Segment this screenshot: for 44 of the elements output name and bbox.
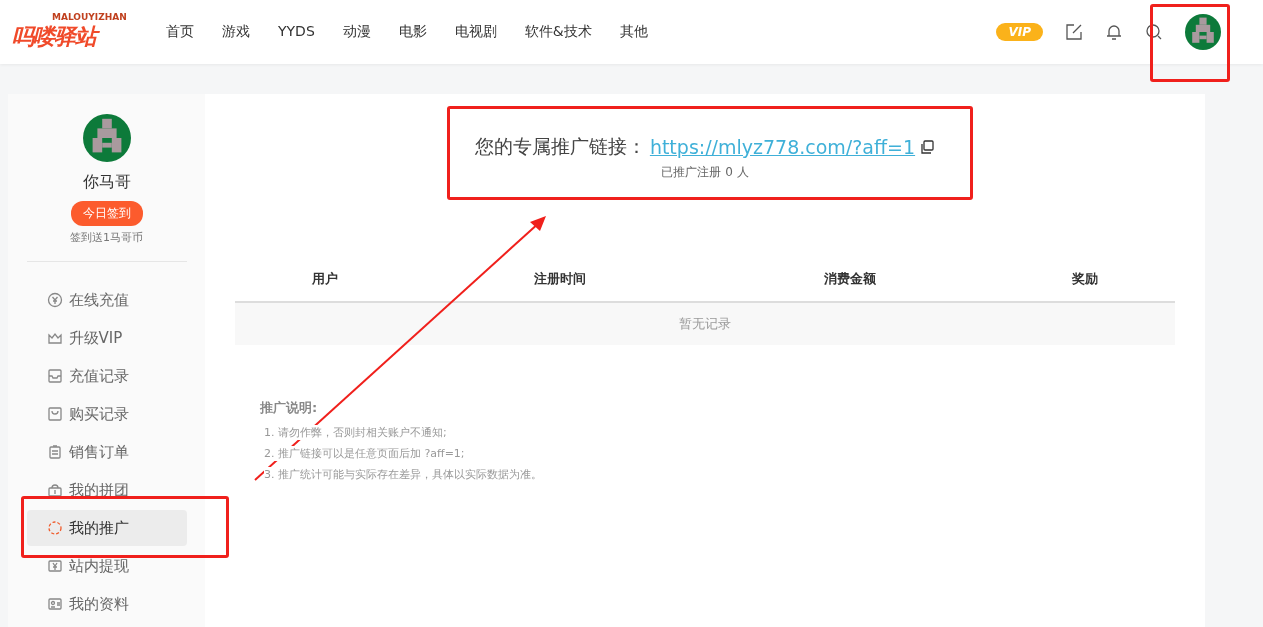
column-header: 注册时间 — [533, 270, 587, 288]
sidebar-item[interactable]: 购买记录 — [26, 396, 187, 432]
checkin-note: 签到送1马哥币 — [70, 230, 143, 245]
lock-icon — [46, 482, 63, 498]
clipboard-icon — [46, 444, 63, 460]
note-item: 1. 请勿作弊，否则封相关账户不通知; — [264, 425, 447, 440]
nav-link[interactable]: 游戏 — [222, 23, 250, 41]
column-header: 奖励 — [1071, 270, 1099, 288]
checkin-button[interactable]: 今日签到 — [70, 201, 143, 226]
sidebar-item[interactable]: 在线充值 — [26, 282, 187, 318]
empty-message: 暂无记录 — [679, 315, 731, 333]
sidebar-item[interactable]: 我的推广 — [26, 510, 187, 546]
sidebar-item[interactable]: 销售订单 — [26, 434, 187, 470]
sidebar-item[interactable]: 升级VIP — [26, 320, 187, 356]
nav-link[interactable]: 电影 — [398, 23, 427, 41]
id-card-icon — [46, 596, 63, 612]
nav-link[interactable]: 软件&技术 — [524, 23, 592, 41]
copy-icon[interactable] — [919, 139, 936, 155]
bell-icon[interactable] — [1105, 23, 1123, 41]
sidebar-item[interactable]: 我的资料 — [26, 586, 187, 622]
referral-label: 您的专属推广链接： — [474, 134, 646, 159]
yen-ticket-icon — [46, 558, 63, 574]
nav-link[interactable]: YYDS — [278, 23, 315, 41]
nav-link[interactable]: 动漫 — [342, 23, 371, 41]
note-item: 2. 推广链接可以是任意页面后加 ?aff=1; — [264, 446, 465, 461]
nav-link[interactable]: 首页 — [166, 23, 194, 41]
avatar — [82, 114, 131, 162]
sidebar-item[interactable]: 充值记录 — [26, 358, 187, 394]
yen-circle-icon — [46, 292, 63, 308]
sidebar-item[interactable]: 站内提现 — [26, 548, 187, 584]
user-name: 你马哥 — [82, 172, 131, 193]
bag-icon — [46, 406, 63, 422]
edit-icon[interactable] — [1065, 23, 1083, 41]
avatar[interactable] — [1185, 14, 1221, 50]
column-header: 消费金额 — [823, 270, 877, 288]
referral-count: 已推广注册 0 人 — [661, 164, 749, 181]
search-icon[interactable] — [1145, 23, 1163, 41]
dashed-circle-icon — [46, 520, 63, 536]
nav-link[interactable]: 电视剧 — [454, 23, 497, 41]
inbox-icon — [46, 368, 63, 384]
logo-subtitle: MALOUYIZHAN — [52, 12, 127, 22]
nav-link[interactable]: 其他 — [619, 23, 648, 41]
column-header: 用户 — [311, 270, 339, 288]
notes-title: 推广说明: — [260, 399, 319, 417]
